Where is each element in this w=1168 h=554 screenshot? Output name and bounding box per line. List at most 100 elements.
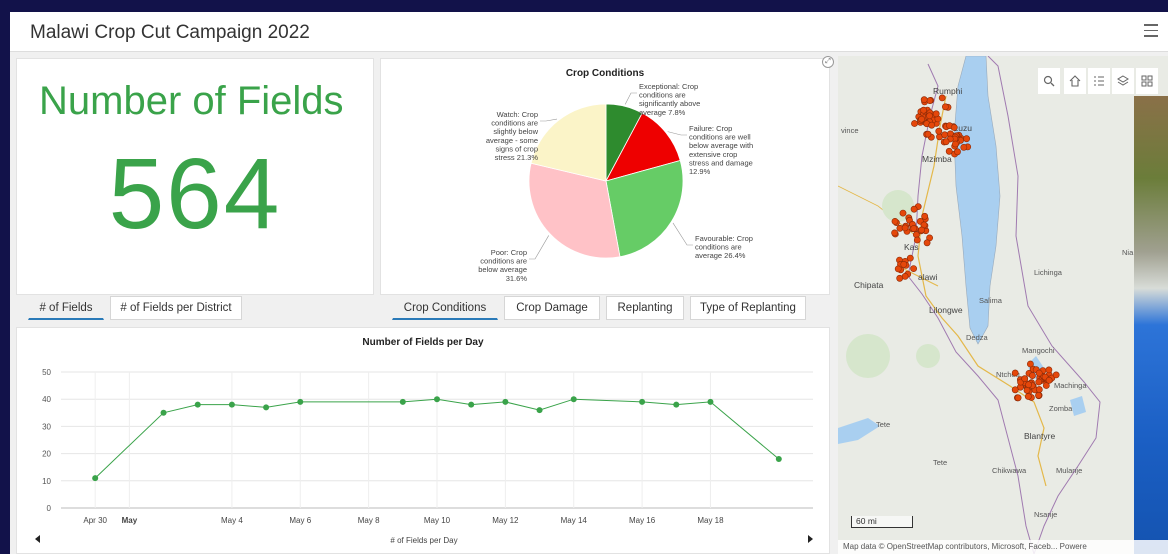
data-point[interactable] <box>639 398 646 405</box>
field-point[interactable] <box>899 209 907 217</box>
field-point[interactable] <box>891 217 899 225</box>
pie-chart: Exceptional: Crop conditions are significa… <box>478 82 753 283</box>
field-point[interactable] <box>1052 371 1060 379</box>
map-panel[interactable]: Rumphi zuzu Mzimba vince Lichinga Nia Ka… <box>838 56 1168 554</box>
field-point[interactable] <box>894 265 902 273</box>
tab-number-of-fields[interactable]: # of Fields <box>28 296 104 320</box>
scroll-left-icon[interactable] <box>35 535 40 543</box>
field-point[interactable] <box>954 148 961 156</box>
app-title: Malawi Crop Cut Campaign 2022 <box>30 22 310 43</box>
map-layers-button[interactable] <box>1112 68 1134 94</box>
field-point[interactable] <box>960 144 968 151</box>
data-point[interactable] <box>194 401 201 408</box>
expand-icon[interactable]: ⤢ <box>822 56 834 68</box>
field-point[interactable] <box>932 110 940 118</box>
map-home-button[interactable] <box>1064 68 1086 94</box>
tab-crop-damage[interactable]: Crop Damage <box>504 296 600 320</box>
data-point[interactable] <box>399 398 406 405</box>
field-point[interactable] <box>891 229 898 237</box>
field-point[interactable] <box>896 274 904 282</box>
field-point[interactable] <box>926 112 933 120</box>
x-tick-label: May 10 <box>424 516 451 525</box>
field-point[interactable] <box>942 103 949 111</box>
field-point[interactable] <box>926 97 934 104</box>
field-point[interactable] <box>941 131 949 139</box>
pie-slice-label: Watch: Crop conditions are slightly below a… <box>486 110 539 162</box>
field-point[interactable] <box>950 124 958 131</box>
field-point[interactable] <box>921 212 929 220</box>
field-point[interactable] <box>918 226 925 234</box>
basemap-gallery-icon <box>1141 75 1153 87</box>
field-point[interactable] <box>911 120 918 127</box>
field-point[interactable] <box>935 127 943 135</box>
field-point[interactable] <box>1045 376 1053 384</box>
pie-leader-line <box>624 92 637 105</box>
tab-type-of-replanting[interactable]: Type of Replanting <box>690 296 806 320</box>
data-point[interactable] <box>434 396 440 403</box>
map-search-button[interactable] <box>1038 68 1060 94</box>
field-point[interactable] <box>906 254 914 262</box>
field-point[interactable] <box>901 224 909 232</box>
scroll-right-icon[interactable] <box>808 535 813 543</box>
field-point[interactable] <box>910 205 918 213</box>
data-point[interactable] <box>536 407 543 414</box>
field-point[interactable] <box>900 260 908 268</box>
field-point[interactable] <box>920 96 928 104</box>
map-basemap-button[interactable] <box>1136 68 1158 94</box>
field-point[interactable] <box>923 239 931 247</box>
data-point[interactable] <box>263 404 270 411</box>
field-point[interactable] <box>910 265 917 272</box>
field-point[interactable] <box>1023 386 1031 394</box>
legend-icon <box>1094 76 1104 86</box>
field-point[interactable] <box>1024 393 1032 400</box>
field-point[interactable] <box>924 130 932 138</box>
field-point[interactable] <box>1028 372 1036 379</box>
field-point[interactable] <box>963 135 971 143</box>
map-attribution: Map data © OpenStreetMap contributors, M… <box>838 540 1168 554</box>
field-point[interactable] <box>1011 369 1019 377</box>
x-tick-label: May 6 <box>289 516 311 525</box>
data-point[interactable] <box>502 398 509 405</box>
data-point[interactable] <box>228 401 235 408</box>
field-point[interactable] <box>945 147 953 155</box>
field-point[interactable] <box>920 106 927 114</box>
data-point[interactable] <box>673 401 680 408</box>
tab-fields-per-district[interactable]: # of Fields per District <box>110 296 242 320</box>
field-point[interactable] <box>1021 375 1029 383</box>
dashboard: Malawi Crop Cut Campaign 2022 Number of … <box>10 12 1168 554</box>
map-legend-button[interactable] <box>1088 68 1110 94</box>
field-point[interactable] <box>1011 386 1019 394</box>
field-point[interactable] <box>1035 391 1042 399</box>
tab-replanting[interactable]: Replanting <box>606 296 684 320</box>
data-point[interactable] <box>570 396 577 403</box>
field-point[interactable] <box>1045 366 1053 374</box>
field-point[interactable] <box>1035 378 1043 386</box>
field-point[interactable] <box>952 140 959 148</box>
field-point[interactable] <box>1035 369 1043 377</box>
field-point[interactable] <box>918 115 925 123</box>
field-point[interactable] <box>1035 386 1043 393</box>
data-point[interactable] <box>775 456 782 463</box>
field-point[interactable] <box>928 121 936 129</box>
layers-icon <box>1117 75 1129 86</box>
field-point[interactable] <box>942 138 950 146</box>
data-point[interactable] <box>92 475 99 482</box>
data-point[interactable] <box>707 398 714 405</box>
tab-crop-conditions[interactable]: Crop Conditions <box>392 296 498 320</box>
field-point[interactable] <box>938 94 946 102</box>
field-point[interactable] <box>1025 381 1032 389</box>
menu-icon[interactable] <box>1144 24 1158 38</box>
pie-slice-label: Failure: Crop conditions are well below av… <box>689 124 753 176</box>
line-chart-panel: Number of Fields per Day 0 10 20 30 40 50 Apr … <box>16 327 830 554</box>
y-tick-label: 20 <box>42 450 51 459</box>
field-point[interactable] <box>1014 394 1022 402</box>
field-point[interactable] <box>913 236 921 244</box>
x-tick-label: May 12 <box>492 516 519 525</box>
data-point[interactable] <box>160 409 167 416</box>
field-point[interactable] <box>1026 360 1034 368</box>
pie-leader-line <box>672 222 693 246</box>
field-points-layer[interactable] <box>838 56 1168 554</box>
data-point[interactable] <box>297 398 304 405</box>
data-point[interactable] <box>468 401 475 408</box>
field-point[interactable] <box>910 225 918 232</box>
